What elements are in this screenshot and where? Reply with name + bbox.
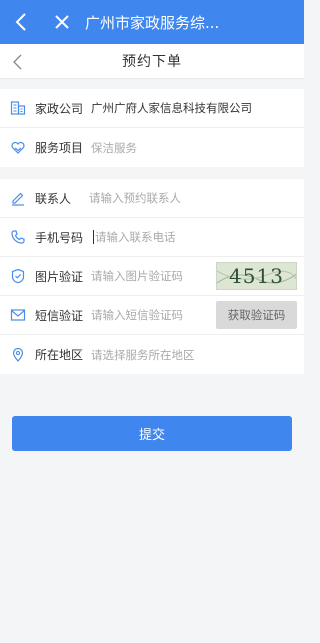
captcha-image[interactable]: 4513 (216, 262, 297, 290)
location-pin-icon (9, 346, 27, 364)
service-row: 服务项目 保洁服务 (0, 128, 304, 167)
sms-label: 短信验证 (35, 308, 84, 323)
phone-icon (9, 228, 27, 246)
company-row: 家政公司 广州广府人家信息科技有限公司 (0, 89, 304, 128)
contact-row: 联系人 (0, 179, 304, 218)
captcha-text: 4513 (229, 264, 284, 288)
submit-button[interactable]: 提交 (12, 416, 292, 451)
app-title: 广州市家政服务综... (85, 13, 220, 32)
contact-input[interactable] (89, 191, 210, 205)
captcha-input[interactable] (91, 269, 210, 283)
building-icon (9, 99, 27, 117)
get-code-button[interactable]: 获取验证码 (216, 301, 297, 329)
page-navbar: 预约下单 (0, 44, 304, 79)
order-info-section: 家政公司 广州广府人家信息科技有限公司 服务项目 保洁服务 (0, 89, 304, 167)
sms-input[interactable] (91, 308, 210, 322)
contact-label: 联系人 (35, 191, 72, 206)
company-label: 家政公司 (35, 101, 84, 116)
area-row: 所在地区 请选择服务所在地区 (0, 335, 304, 374)
page-title: 预约下单 (122, 54, 182, 70)
area-select[interactable]: 请选择服务所在地区 (91, 347, 195, 363)
phone-input[interactable] (93, 230, 214, 244)
chevron-left-icon[interactable] (10, 11, 32, 33)
phone-row: 手机号码 (0, 218, 304, 257)
sms-row: 短信验证 获取验证码 (0, 296, 304, 335)
service-value: 保洁服务 (91, 140, 138, 155)
shield-check-icon (9, 267, 27, 285)
phone-label: 手机号码 (35, 230, 84, 245)
close-icon[interactable] (51, 11, 73, 33)
area-label: 所在地区 (35, 348, 84, 362)
app-header: 广州市家政服务综... (0, 0, 304, 44)
pen-icon (9, 189, 27, 207)
service-label: 服务项目 (35, 141, 84, 155)
company-value: 广州广府人家信息科技有限公司 (91, 101, 253, 115)
heart-hands-icon (9, 139, 27, 157)
contact-form: 联系人 手机号码 图片验证 4513 (0, 179, 304, 374)
captcha-label: 图片验证 (35, 269, 84, 284)
mail-icon (9, 306, 27, 324)
captcha-row: 图片验证 4513 (0, 257, 304, 296)
chevron-left-icon[interactable] (11, 54, 25, 70)
